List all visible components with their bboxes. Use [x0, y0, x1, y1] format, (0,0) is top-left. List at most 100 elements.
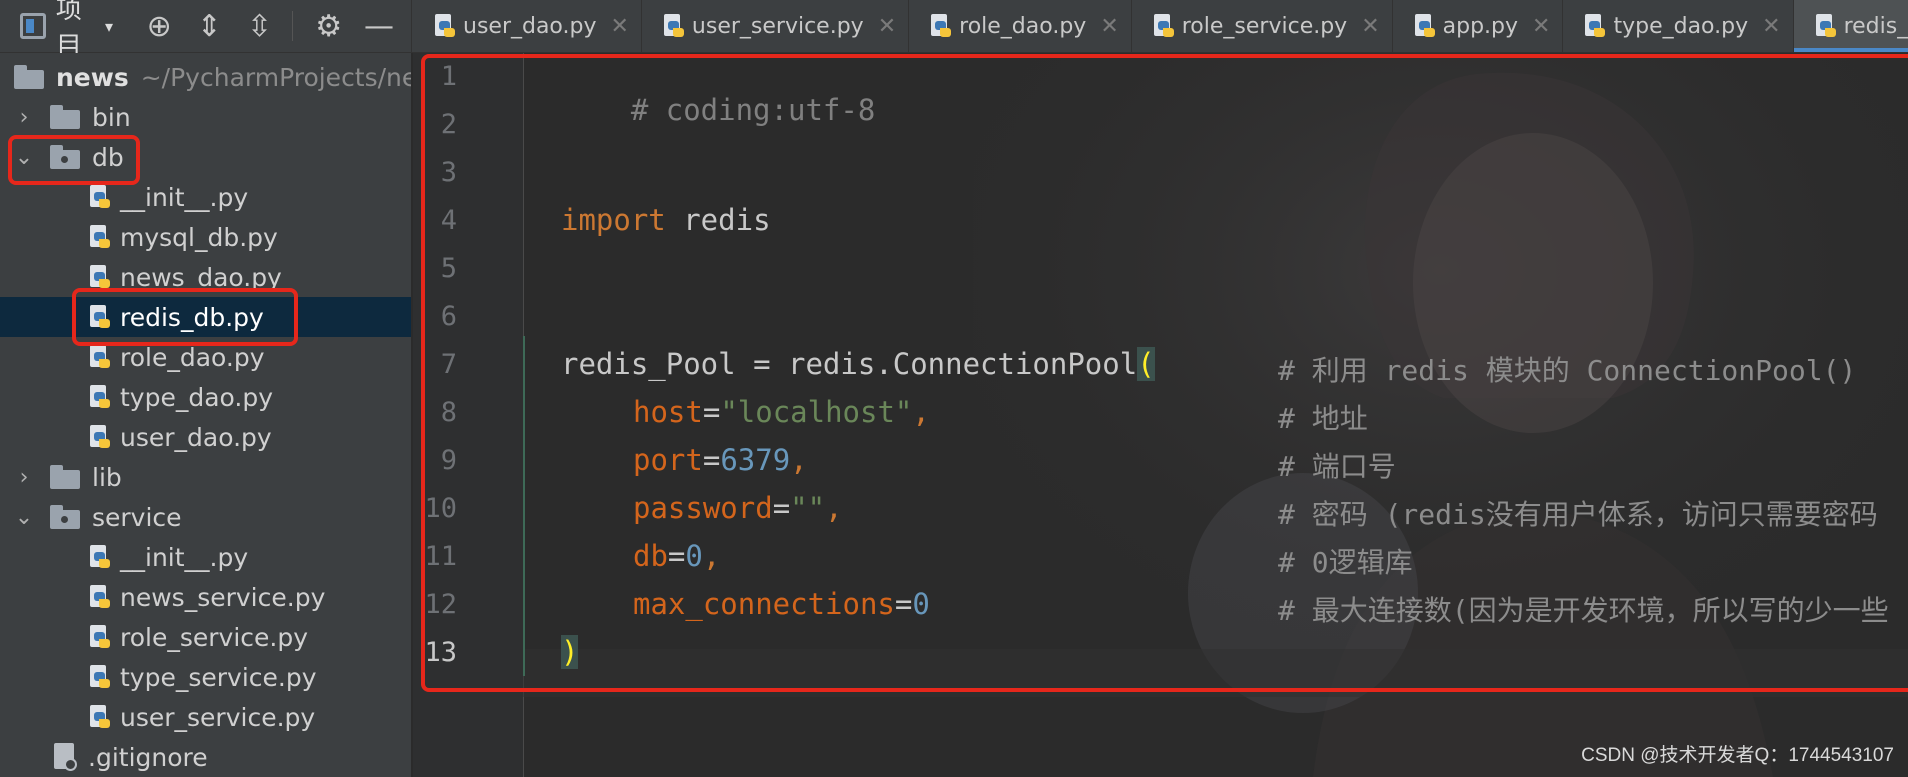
project-toolbar: 项目 ▾ ⊕ ⇕ ⇳ ⚙ — — [0, 0, 412, 62]
code-param: password — [633, 491, 773, 525]
tree-item-label: role_service.py — [120, 622, 309, 652]
tree-item-role-dao[interactable]: role_dao.py — [0, 337, 411, 377]
tree-item-label: db — [92, 142, 124, 172]
tree-item-db[interactable]: ⌄ db — [0, 137, 411, 177]
gitignore-file-icon — [54, 743, 78, 771]
tree-root-news[interactable]: news ~/PycharmProjects/new — [0, 57, 412, 97]
collapse-all-icon[interactable]: ⇳ — [241, 9, 277, 44]
tree-item-bin[interactable]: › bin — [0, 97, 411, 137]
root-path: ~/PycharmProjects/new — [140, 62, 412, 92]
tree-item-label: __init__.py — [120, 542, 249, 572]
tree-item-news-dao[interactable]: news_dao.py — [0, 257, 411, 297]
python-file-icon — [1414, 14, 1435, 38]
tree-item-type-dao[interactable]: type_dao.py — [0, 377, 411, 417]
folder-icon — [14, 65, 44, 89]
chevron-right-icon[interactable]: › — [12, 105, 36, 130]
line-number: 1 — [440, 61, 457, 92]
code-operator: = — [894, 587, 913, 621]
code-line-12[interactable]: max_connections=0 — [633, 587, 930, 621]
gear-icon[interactable]: ⚙ — [311, 9, 347, 44]
project-tool-window-icon[interactable] — [20, 13, 46, 39]
close-icon[interactable]: ✕ — [1100, 14, 1118, 39]
line-number: 6 — [440, 301, 457, 332]
python-file-icon — [663, 14, 684, 38]
tab-label: role_dao.py — [959, 13, 1087, 39]
line-number: 2 — [440, 109, 457, 140]
close-icon[interactable]: ✕ — [1532, 14, 1550, 39]
python-file-icon — [90, 425, 110, 449]
tree-item-role-service[interactable]: role_service.py — [0, 617, 411, 657]
tab-redis-db[interactable]: redis_db — [1793, 0, 1908, 52]
code-operator: = — [667, 539, 686, 573]
code-line-7[interactable]: redis_Pool = redis.ConnectionPool( — [561, 347, 1155, 381]
chevron-down-icon[interactable]: ⌄ — [12, 505, 36, 530]
tree-item-label: role_dao.py — [120, 342, 265, 372]
tree-item-label: user_service.py — [120, 702, 316, 732]
expand-all-icon[interactable]: ⇕ — [191, 9, 227, 44]
tree-item-lib[interactable]: › lib — [0, 457, 411, 497]
code-comma: , — [790, 443, 808, 477]
close-icon[interactable]: ✕ — [1361, 14, 1379, 39]
tree-item-user-service[interactable]: user_service.py — [0, 697, 411, 737]
python-file-icon — [931, 14, 952, 38]
line-number: 4 — [440, 205, 457, 236]
code-string: "localhost" — [720, 395, 913, 429]
tree-item-service-init[interactable]: __init__.py — [0, 537, 411, 577]
locate-icon[interactable]: ⊕ — [141, 9, 177, 44]
tab-label: user_service.py — [691, 13, 864, 39]
code-line-1[interactable]: # coding:utf-8 — [561, 59, 875, 161]
package-folder-icon — [50, 505, 80, 529]
code-line-9[interactable]: port=6379, — [633, 443, 808, 477]
code-keyword: import — [561, 203, 666, 237]
dropdown-caret-icon[interactable]: ▾ — [105, 17, 113, 36]
chevron-right-icon[interactable]: › — [12, 465, 36, 490]
tree-item-service[interactable]: ⌄ service — [0, 497, 411, 537]
code-module: redis — [665, 203, 771, 237]
python-file-icon — [1815, 14, 1836, 38]
python-file-icon — [90, 545, 110, 569]
code-line-4[interactable]: import redis — [561, 203, 771, 237]
close-icon[interactable]: ✕ — [878, 14, 896, 39]
package-folder-icon — [50, 145, 80, 169]
tree-item-init-py[interactable]: __init__.py — [0, 177, 411, 217]
tab-role-dao[interactable]: role_dao.py ✕ — [909, 0, 1132, 52]
folder-icon — [50, 105, 80, 129]
editor-tabs: user_dao.py ✕ user_service.py ✕ role_dao… — [413, 0, 1908, 52]
tab-type-dao[interactable]: type_dao.py ✕ — [1563, 0, 1794, 52]
tree-item-label: user_dao.py — [120, 422, 272, 452]
tab-role-service[interactable]: role_service.py ✕ — [1132, 0, 1393, 52]
line-number: 7 — [440, 349, 457, 380]
close-icon[interactable]: ✕ — [610, 14, 628, 39]
line-number: 3 — [440, 157, 457, 188]
close-icon[interactable]: ✕ — [1762, 14, 1780, 39]
tree-item-user-dao[interactable]: user_dao.py — [0, 417, 411, 457]
code-line-13[interactable]: ) — [561, 635, 579, 669]
tree-item-mysql-db[interactable]: mysql_db.py — [0, 217, 411, 257]
code-line-8[interactable]: host="localhost", — [633, 395, 930, 429]
tree-item-news-service[interactable]: news_service.py — [0, 577, 411, 617]
chevron-down-icon[interactable]: ⌄ — [12, 145, 36, 170]
tab-user-service[interactable]: user_service.py ✕ — [642, 0, 910, 52]
tree-item-label: type_dao.py — [120, 382, 274, 412]
python-file-icon — [90, 665, 110, 689]
tab-label: user_dao.py — [463, 13, 597, 39]
tree-item-redis-db[interactable]: redis_db.py — [0, 297, 411, 337]
python-file-icon — [90, 345, 110, 369]
code-operator: = — [735, 347, 788, 381]
code-identifier: redis_Pool — [561, 347, 736, 381]
code-line-11[interactable]: db=0, — [633, 539, 720, 573]
code-paren-open: ( — [1137, 347, 1155, 381]
top-bar: 项目 ▾ ⊕ ⇕ ⇳ ⚙ — user_dao.py ✕ user_servic… — [0, 0, 1908, 62]
code-line-10[interactable]: password="", — [633, 491, 843, 525]
tree-item-type-service[interactable]: type_service.py — [0, 657, 411, 697]
hide-icon[interactable]: — — [361, 9, 397, 44]
tree-item-label: redis_db.py — [120, 302, 264, 332]
python-file-icon — [90, 585, 110, 609]
folder-icon — [50, 465, 80, 489]
code-editor[interactable]: 1 2 3 4 5 6 7 8 9 10 11 12 13 # coding:u… — [413, 53, 1908, 777]
tab-app[interactable]: app.py ✕ — [1393, 0, 1564, 52]
tree-item-label: __init__.py — [120, 182, 249, 212]
line-number-current: 13 — [424, 637, 457, 668]
tree-item-gitignore[interactable]: .gitignore — [0, 737, 411, 777]
tab-user-dao[interactable]: user_dao.py ✕ — [413, 0, 642, 52]
